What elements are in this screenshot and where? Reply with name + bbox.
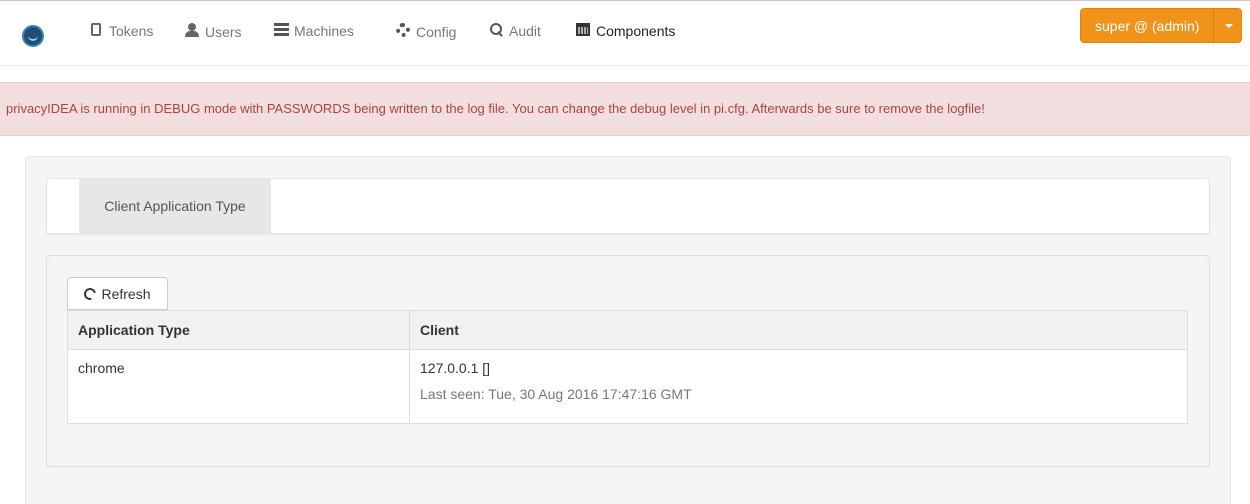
column-header-client[interactable]: Client xyxy=(409,310,1188,350)
refresh-label: Refresh xyxy=(101,285,151,302)
refresh-icon xyxy=(82,285,99,302)
tab-bar: Client Application Type xyxy=(46,178,1210,234)
table-header-row: Application Type Client xyxy=(67,310,1188,350)
user-icon xyxy=(185,23,199,40)
nav-item-components[interactable]: Components xyxy=(576,23,675,39)
nav-item-label: Config xyxy=(416,23,457,40)
client-address: 127.0.0.1 [] xyxy=(420,360,491,376)
nav-item-label: Users xyxy=(205,23,242,40)
gear-icon xyxy=(396,23,410,40)
user-menu-label[interactable]: super @ (admin) xyxy=(1080,8,1214,43)
clients-table: Application Type Client chrome 127.0.0.1… xyxy=(67,310,1188,424)
nav-item-tokens[interactable]: Tokens xyxy=(89,23,153,39)
server-icon xyxy=(274,23,289,39)
top-navbar: Tokens Users Machines Config Audit Compo… xyxy=(0,0,1250,66)
search-icon xyxy=(489,23,503,39)
tablet-icon xyxy=(89,23,103,39)
alert-text: privacyIDEA is running in DEBUG mode wit… xyxy=(6,101,985,116)
nav-item-label: Audit xyxy=(509,23,541,39)
user-menu-button[interactable]: super @ (admin) xyxy=(1080,8,1243,43)
tab-label: Client Application Type xyxy=(104,198,246,214)
nav-item-label: Components xyxy=(596,23,676,39)
nav-item-users[interactable]: Users xyxy=(185,23,242,40)
table-row: chrome 127.0.0.1 [] Last seen: Tue, 30 A… xyxy=(67,349,1188,424)
caret-down-icon[interactable] xyxy=(1213,8,1243,43)
refresh-button[interactable]: Refresh xyxy=(67,277,168,310)
tab-client-application-type[interactable]: Client Application Type xyxy=(79,179,271,233)
nav-item-audit[interactable]: Audit xyxy=(489,23,541,39)
nav-item-machines[interactable]: Machines xyxy=(274,23,354,39)
column-header-application-type[interactable]: Application Type xyxy=(67,310,410,350)
last-seen-text: Last seen: Tue, 30 Aug 2016 17:47:16 GMT xyxy=(420,386,692,402)
debug-warning-alert: privacyIDEA is running in DEBUG mode wit… xyxy=(0,82,1250,136)
privacyidea-logo-icon[interactable] xyxy=(22,25,44,47)
cell-client: 127.0.0.1 [] Last seen: Tue, 30 Aug 2016… xyxy=(409,349,1188,424)
nav-item-label: Machines xyxy=(294,23,354,39)
cell-application-type: chrome xyxy=(67,349,410,424)
calendar-icon xyxy=(576,23,590,39)
nav-item-config[interactable]: Config xyxy=(396,23,456,40)
nav-item-label: Tokens xyxy=(109,23,154,39)
